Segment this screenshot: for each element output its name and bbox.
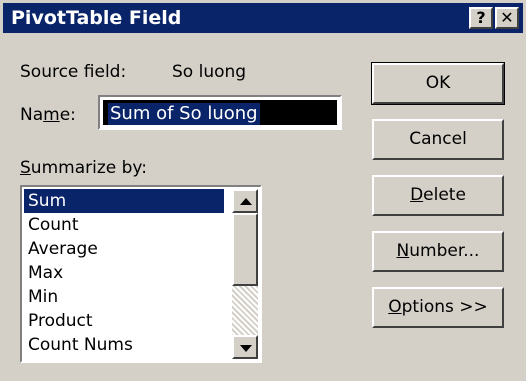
name-input[interactable]: Sum of So luong [98,95,342,130]
summarize-by-listbox[interactable]: Sum Count Average Max Min Product Count Nums [20,185,262,363]
source-field-value: So luong [172,62,247,82]
window-title: PivotTable Field [11,7,182,29]
summarize-items: Sum Count Average Max Min Product Count Nums [24,189,224,357]
scroll-thumb[interactable] [232,213,258,286]
list-item[interactable]: Count [24,213,224,237]
pivottable-field-dialog: PivotTable Field ? ✕ Source field: So lu… [0,0,526,381]
name-input-value: Sum of So luong [108,103,260,125]
list-item[interactable]: Count Nums [24,333,224,357]
help-button[interactable]: ? [469,7,493,29]
list-item[interactable]: Product [24,309,224,333]
scroll-up-button[interactable] [232,189,258,213]
list-item[interactable]: Max [24,261,224,285]
name-label: Name: [20,105,76,125]
list-item[interactable]: Average [24,237,224,261]
title-bar: PivotTable Field ? ✕ [3,3,523,33]
ok-button[interactable]: OK [371,62,505,105]
summarize-by-label: Summarize by: [20,158,147,178]
vertical-scrollbar[interactable] [232,189,258,359]
arrow-up-icon [240,198,252,205]
list-item[interactable]: Sum [24,189,224,213]
cancel-button[interactable]: Cancel [372,119,504,160]
list-item[interactable]: Min [24,285,224,309]
options-button[interactable]: Options >> [372,287,504,328]
close-button[interactable]: ✕ [495,7,519,29]
number-button[interactable]: Number... [372,231,504,272]
arrow-down-icon [240,345,252,352]
source-field-label: Source field: [20,62,127,82]
delete-button[interactable]: Delete [372,175,504,216]
scroll-down-button[interactable] [232,335,258,359]
